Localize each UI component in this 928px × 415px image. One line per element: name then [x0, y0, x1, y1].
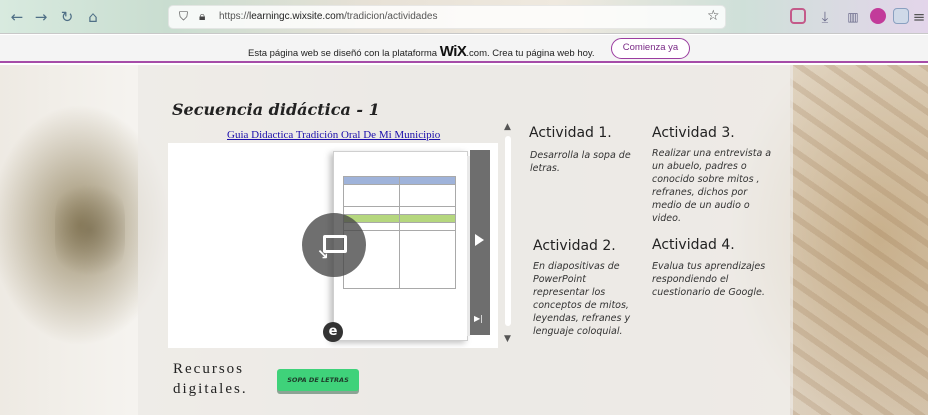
url-text[interactable]: https://learningc.wixsite.com/tradicion/…: [219, 11, 437, 22]
scroll-down-icon[interactable]: ▼: [504, 334, 511, 344]
star-icon[interactable]: ☆: [707, 8, 720, 24]
home-icon[interactable]: ⌂: [82, 6, 104, 28]
pocket-icon[interactable]: [790, 8, 806, 24]
wix-logo: WiX: [439, 43, 467, 60]
viewer-scrollbar[interactable]: ▲ ▼: [502, 122, 514, 348]
scroll-up-icon[interactable]: ▲: [504, 122, 511, 132]
wix-promo-message: Esta página web se diseñó con la platafo…: [248, 43, 595, 60]
address-bar[interactable]: ⛉ 🔒︎ https://learningc.wixsite.com/tradi…: [168, 5, 726, 29]
browser-toolbar: ← → ↻ ⌂ ⛉ 🔒︎ https://learningc.wixsite.c…: [0, 0, 928, 34]
extensions-icon[interactable]: [893, 8, 909, 24]
shield-icon[interactable]: ⛉: [179, 9, 188, 24]
forward-icon[interactable]: →: [30, 6, 52, 28]
lock-icon[interactable]: 🔒︎: [199, 9, 205, 24]
page-title: Secuencia didáctica - 1: [172, 100, 380, 119]
background-building-image: [790, 65, 928, 415]
activity-4-text: Evalua tus aprendizajes respondiendo el …: [652, 261, 766, 298]
reload-icon[interactable]: ↻: [56, 6, 78, 28]
next-page-icon[interactable]: [475, 234, 484, 246]
scroll-thumb[interactable]: [505, 136, 511, 326]
library-icon[interactable]: ▥: [842, 6, 864, 28]
last-page-icon[interactable]: ▶|: [474, 314, 483, 323]
download-icon[interactable]: ⤓: [814, 6, 836, 28]
menu-icon[interactable]: ≡: [912, 6, 926, 28]
account-icon[interactable]: [870, 8, 886, 24]
document-viewer[interactable]: ▶| ↓ e: [168, 143, 498, 348]
fullscreen-button[interactable]: ↓: [302, 213, 366, 277]
background-decoration: [55, 175, 125, 285]
viewer-nav-strip: ▶|: [470, 150, 490, 335]
resources-label: Recursos digitales.: [173, 361, 248, 397]
activity-2-title: Actividad 2.: [533, 238, 616, 254]
viewer-logo: e: [323, 322, 343, 342]
activity-4-title: Actividad 4.: [652, 237, 735, 253]
document-link[interactable]: Guia Didactica Tradición Oral De Mi Muni…: [227, 129, 440, 141]
back-icon[interactable]: ←: [6, 6, 28, 28]
activity-3-title: Actividad 3.: [652, 125, 735, 141]
activity-2-text: En diapositivas de PowerPoint representa…: [533, 261, 631, 337]
sopa-de-letras-button[interactable]: SOPA DE LETRAS: [277, 369, 359, 391]
wix-promo-banner: Esta página web se diseñó con la platafo…: [0, 35, 928, 63]
activity-1-text: Desarrolla la sopa de letras.: [530, 150, 631, 174]
comienza-ya-button[interactable]: Comienza ya: [611, 38, 690, 59]
activity-3-text: Realizar una entrevista a un abuelo, pad…: [652, 148, 772, 224]
activity-1-title: Actividad 1.: [529, 125, 612, 141]
